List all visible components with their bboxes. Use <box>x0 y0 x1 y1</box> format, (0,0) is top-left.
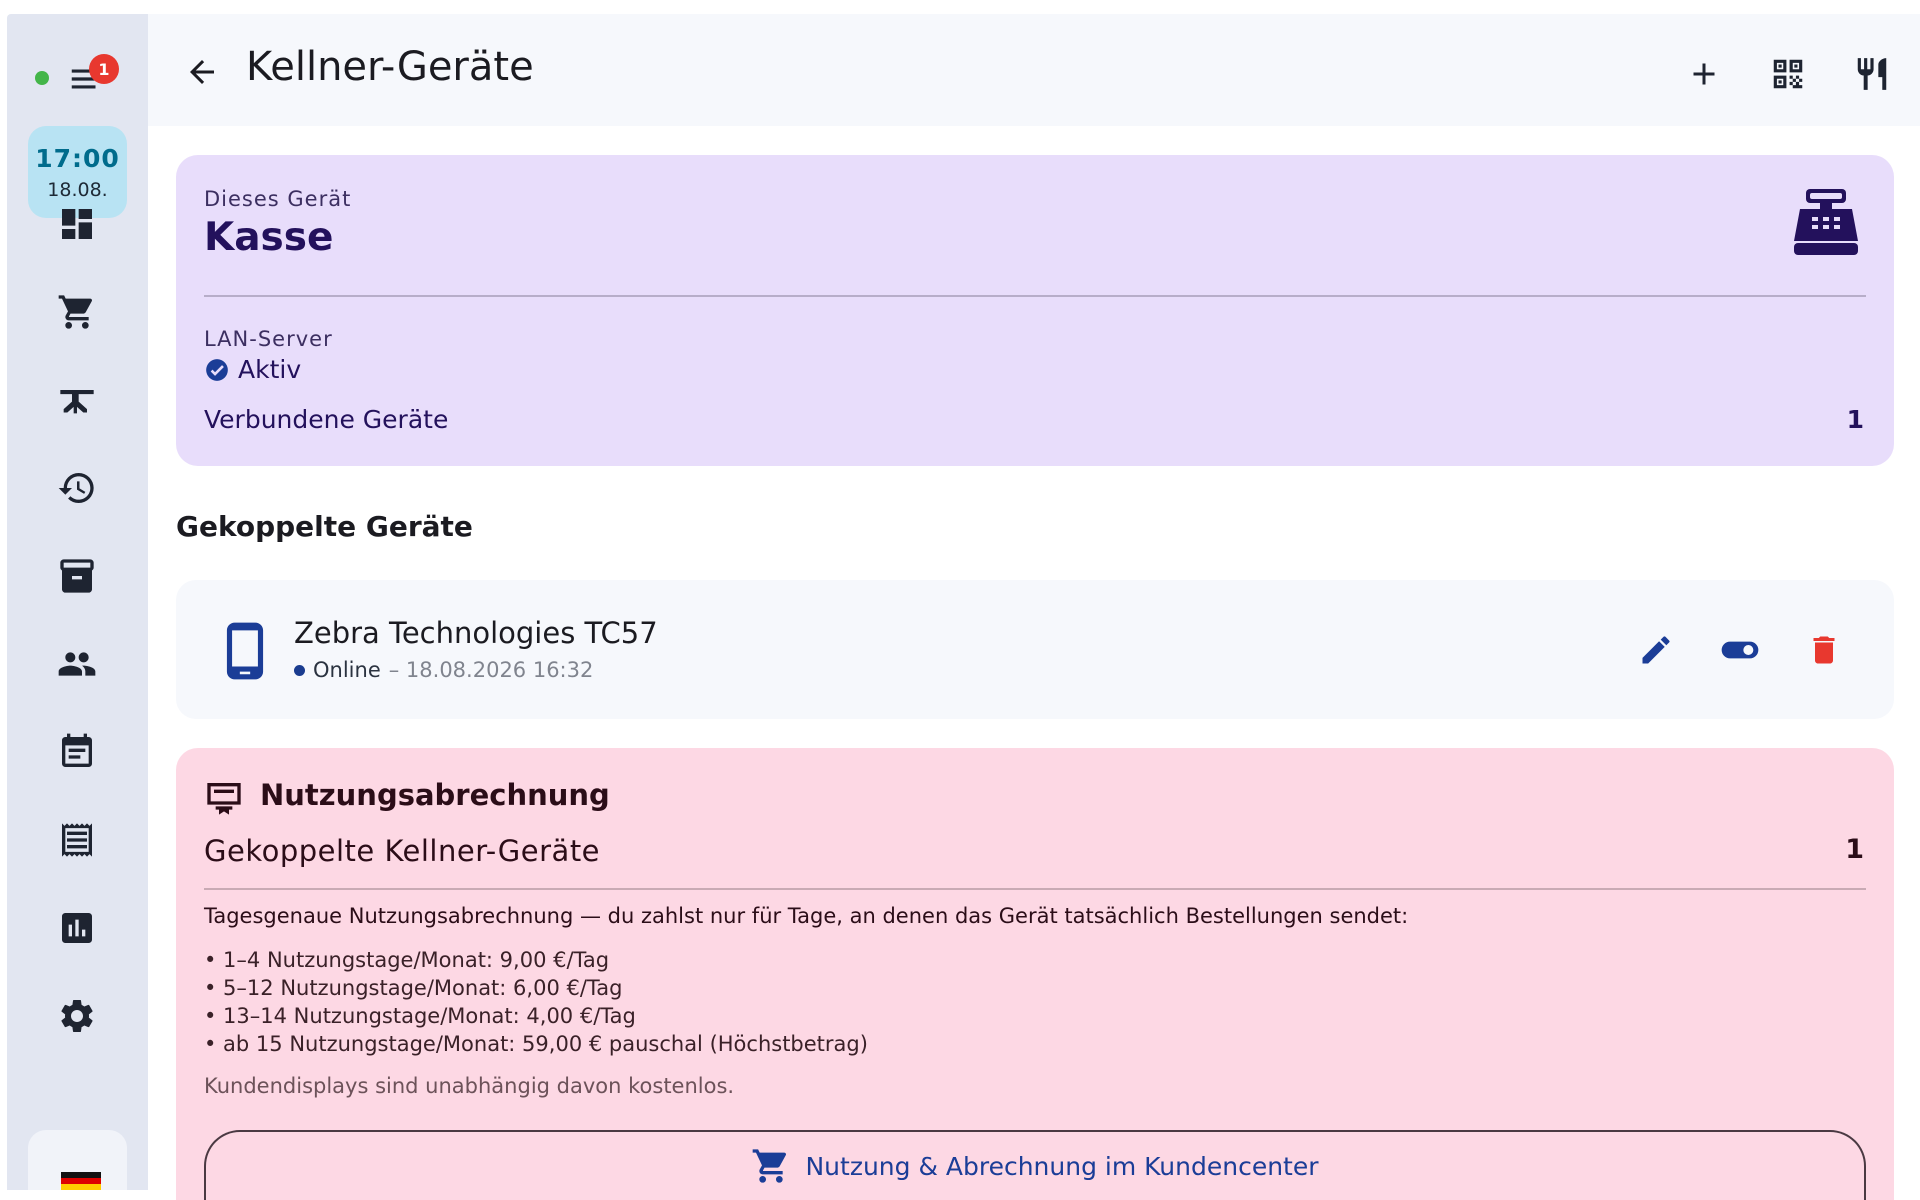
nav-calendar[interactable] <box>47 722 107 782</box>
paired-device-status-text: Online <box>313 658 381 682</box>
cart-icon <box>58 295 93 329</box>
billing-title: Nutzungsabrechnung <box>260 778 610 812</box>
page-title: Kellner-Geräte <box>246 44 534 90</box>
nav-tables[interactable] <box>47 370 107 430</box>
lan-server-status-text: Aktiv <box>238 355 302 384</box>
dashboard-icon <box>62 209 92 239</box>
back-button[interactable] <box>178 48 226 96</box>
billing-note: Kundendisplays sind unabhängig davon kos… <box>204 1074 735 1098</box>
nav-receipts[interactable] <box>47 810 107 870</box>
pencil-icon <box>1642 636 1670 664</box>
paired-device-last-seen: – 18.08.2026 16:32 <box>388 658 594 682</box>
navigation-rail: 1 17:00 18.08. <box>7 14 148 1190</box>
check-circle-icon <box>206 358 228 381</box>
billing-paired-label: Gekoppelte Kellner-Geräte <box>204 834 601 868</box>
billing-paired-count: 1 <box>1845 834 1864 865</box>
nav-orders[interactable] <box>47 282 107 342</box>
add-device-button[interactable] <box>1678 48 1730 100</box>
customer-center-button-label: Nutzung & Abrechnung im Kundencenter <box>805 1151 1319 1181</box>
billing-tier: • ab 15 Nutzungstage/Monat: 59,00 € paus… <box>204 1032 868 1056</box>
cart-icon <box>753 1149 787 1183</box>
billing-tier-list: • 1–4 Nutzungstage/Monat: 9,00 €/Tag • 5… <box>204 946 868 1058</box>
gear-icon <box>61 1000 93 1032</box>
toggle-on-icon <box>1721 641 1759 659</box>
paired-devices-heading: Gekoppelte Geräte <box>176 510 473 543</box>
billing-icon <box>207 783 241 815</box>
chart-icon <box>62 913 92 943</box>
restaurant-icon <box>1857 58 1887 90</box>
paired-device-row[interactable]: Zebra Technologies TC57 Online – 18.08.2… <box>176 580 1894 719</box>
connection-status-dot <box>35 71 49 85</box>
nav-staff[interactable] <box>47 634 107 694</box>
clock-time: 17:00 <box>35 143 120 173</box>
billing-description: Tagesgenaue Nutzungsabrechnung — du zahl… <box>204 904 1409 928</box>
receipt-icon <box>62 823 92 857</box>
arrow-back-icon <box>190 60 214 84</box>
edit-device-button[interactable] <box>1630 624 1682 676</box>
paired-device-status: Online – 18.08.2026 16:32 <box>294 658 593 682</box>
nav-dashboard[interactable] <box>47 194 107 254</box>
history-icon <box>58 473 94 503</box>
connected-devices-count: 1 <box>1846 405 1864 434</box>
nav-archive[interactable] <box>47 546 107 606</box>
calendar-icon <box>62 733 92 767</box>
toggle-device-button[interactable] <box>1714 624 1766 676</box>
connected-devices-label: Verbundene Geräte <box>204 405 449 434</box>
paired-device-name: Zebra Technologies TC57 <box>294 616 658 650</box>
billing-card: Nutzungsabrechnung Gekoppelte Kellner-Ge… <box>176 748 1894 1200</box>
nav-settings[interactable] <box>47 986 107 1046</box>
lan-server-status: Aktiv <box>204 355 301 384</box>
smartphone-icon <box>226 622 264 680</box>
notification-badge: 1 <box>89 54 119 84</box>
table-icon <box>60 390 94 414</box>
billing-tier: • 1–4 Nutzungstage/Monat: 9,00 €/Tag <box>204 948 610 972</box>
trash-icon <box>1813 636 1835 664</box>
cash-register-icon <box>1794 189 1858 255</box>
nav-history[interactable] <box>47 458 107 518</box>
nav-reports[interactable] <box>47 898 107 958</box>
divider <box>204 888 1866 890</box>
plus-icon <box>1693 63 1715 85</box>
people-icon <box>58 652 96 676</box>
this-device-name: Kasse <box>204 215 334 260</box>
delete-device-button[interactable] <box>1798 624 1850 676</box>
archive-icon <box>60 559 94 593</box>
divider <box>204 295 1866 297</box>
top-app-bar: Kellner-Geräte <box>148 14 1920 126</box>
qr-code-icon <box>1773 59 1803 89</box>
language-switcher[interactable] <box>28 1130 127 1190</box>
customer-center-button[interactable]: Nutzung & Abrechnung im Kundencenter <box>204 1130 1866 1200</box>
qr-code-button[interactable] <box>1762 48 1814 100</box>
lan-server-label: LAN-Server <box>204 327 333 351</box>
billing-tier: • 5–12 Nutzungstage/Monat: 6,00 €/Tag <box>204 976 623 1000</box>
german-flag-icon <box>61 1172 101 1190</box>
billing-tier: • 13–14 Nutzungstage/Monat: 4,00 €/Tag <box>204 1004 636 1028</box>
online-status-dot <box>294 664 305 676</box>
restaurant-button[interactable] <box>1846 48 1898 100</box>
this-device-card: Dieses Gerät Kasse LAN-Server Aktiv Verb… <box>176 155 1894 466</box>
this-device-label: Dieses Gerät <box>204 187 352 211</box>
